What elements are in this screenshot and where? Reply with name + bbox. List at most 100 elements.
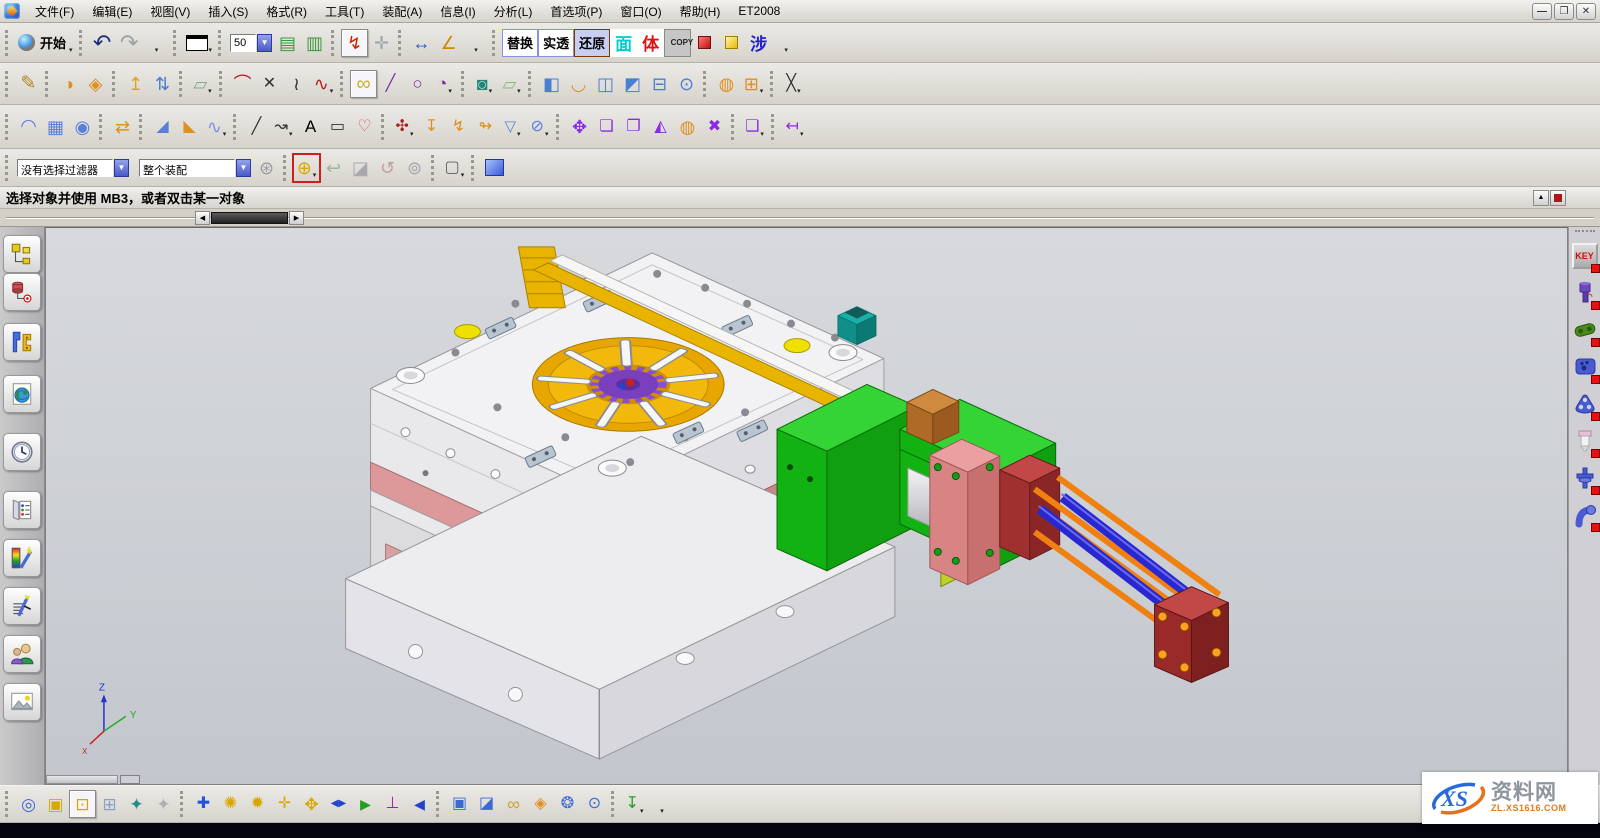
bounded-plane-icon[interactable]: ▱▾: [498, 70, 525, 98]
line-icon[interactable]: ╱: [377, 70, 404, 98]
redo-button[interactable]: ↷: [116, 29, 143, 57]
snapshot-icon[interactable]: ✦: [123, 790, 150, 818]
extract-body-icon[interactable]: ◩: [619, 70, 646, 98]
punch-part-item[interactable]: [1571, 278, 1598, 308]
align-component-icon[interactable]: ▶: [352, 790, 379, 818]
text-icon[interactable]: A: [297, 113, 324, 141]
join-curve-icon[interactable]: ∿▾: [310, 70, 337, 98]
bounded-plane-icon-caret[interactable]: ▾: [517, 87, 521, 97]
toolbar-drag-handle[interactable]: [436, 791, 443, 817]
sketch-shape-icon[interactable]: ◙▾: [471, 70, 498, 98]
move-object-icon[interactable]: ✥: [566, 113, 593, 141]
row1-more-dropdown-caret[interactable]: ▾: [784, 46, 788, 56]
toolbar-drag-handle[interactable]: [331, 30, 338, 56]
start-button-caret[interactable]: ▾: [69, 46, 73, 56]
toolbar-drag-handle[interactable]: [398, 30, 405, 56]
rectangle-select-icon[interactable]: ▢▾: [441, 154, 468, 182]
block-icon[interactable]: ◧: [538, 70, 565, 98]
relink-icon[interactable]: ❂: [554, 790, 581, 818]
close-button[interactable]: ✕: [1576, 3, 1596, 20]
solid-transparent-button[interactable]: 实透: [538, 29, 574, 57]
elbow-part-item[interactable]: [1571, 500, 1598, 530]
materials-button[interactable]: [3, 587, 41, 625]
measure-body-icon-caret[interactable]: ▾: [800, 130, 804, 140]
bottom-more-dropdown[interactable]: ▾: [648, 790, 675, 818]
selection-filter-combo[interactable]: 没有选择过滤器▼: [15, 154, 131, 182]
feature-pattern-icon-caret[interactable]: ▾: [760, 87, 764, 97]
reset-filter-icon[interactable]: ↺: [374, 154, 401, 182]
palette-drag-handle[interactable]: [1575, 230, 1595, 234]
menu-window[interactable]: 窗口(O): [611, 1, 670, 22]
plate-part-item[interactable]: [1571, 389, 1598, 419]
studio-spline-icon-caret[interactable]: ▾: [289, 130, 293, 140]
tube-icon-caret[interactable]: ▾: [545, 130, 549, 140]
restore-button[interactable]: ❐: [1554, 3, 1574, 20]
bottom-more-dropdown-caret[interactable]: ▾: [660, 807, 664, 817]
toolbar-drag-handle[interactable]: [173, 30, 180, 56]
fillet-curve-icon[interactable]: ⌒: [229, 70, 256, 98]
patch-surface-icon[interactable]: ◈: [82, 70, 109, 98]
toolbar-drag-handle[interactable]: [139, 114, 146, 140]
trimmed-sheet-icon[interactable]: ◢: [149, 113, 176, 141]
toolbar-drag-handle[interactable]: [770, 71, 777, 97]
show-product-outline-icon[interactable]: ⊞: [96, 790, 123, 818]
move-component-icon[interactable]: ✥: [298, 790, 325, 818]
toolbar-drag-handle[interactable]: [5, 30, 12, 56]
trim-curve-icon[interactable]: ✕: [256, 70, 283, 98]
palettes-button[interactable]: [3, 491, 41, 529]
menu-view[interactable]: 视图(V): [141, 1, 199, 22]
toolbar-drag-handle[interactable]: [5, 791, 12, 817]
spline-icon[interactable]: ╱: [243, 113, 270, 141]
measure-distance-icon[interactable]: ↔: [408, 29, 435, 57]
menu-et2008[interactable]: ET2008: [729, 2, 789, 20]
add-component-icon[interactable]: ✚: [190, 790, 217, 818]
xform-sheet-icon-caret[interactable]: ▾: [223, 130, 227, 140]
xform-sheet-icon[interactable]: ∿▾: [203, 113, 230, 141]
copy-object-icon[interactable]: ❏: [593, 113, 620, 141]
part-navigator-button[interactable]: [3, 323, 41, 361]
project-curve-icon[interactable]: ↧: [418, 113, 445, 141]
row1-more-dropdown[interactable]: ▾: [772, 29, 799, 57]
history-button[interactable]: [3, 433, 41, 471]
toolbar-drag-handle[interactable]: [180, 791, 187, 817]
promote-component-icon[interactable]: ✛: [271, 790, 298, 818]
arrangement-icon-caret[interactable]: ▾: [640, 807, 644, 817]
new-component-icon[interactable]: ✺: [217, 790, 244, 818]
toolbar-drag-handle[interactable]: [556, 114, 563, 140]
interpart-select-icon[interactable]: ⊛: [253, 154, 280, 182]
datum-plane-icon[interactable]: ▱▾: [189, 70, 216, 98]
mold-assembly-model[interactable]: [346, 247, 1229, 759]
menu-preferences[interactable]: 首选项(P): [541, 1, 611, 22]
menu-information[interactable]: 信息(I): [431, 1, 484, 22]
through-curve-mesh-icon[interactable]: ▦: [42, 113, 69, 141]
hole-icon[interactable]: ⊙: [673, 70, 700, 98]
wrap-curve-icon[interactable]: ↬: [472, 113, 499, 141]
arc-icon[interactable]: ◔▾: [431, 70, 458, 98]
toolbar-drag-handle[interactable]: [233, 114, 240, 140]
find-component-icon[interactable]: ◎: [15, 790, 42, 818]
clip-section-icon[interactable]: [481, 154, 508, 182]
rectangle-select-icon-caret[interactable]: ▾: [461, 171, 465, 181]
object-display-icon[interactable]: ❏▾: [741, 113, 768, 141]
toolbar-drag-handle[interactable]: [492, 30, 499, 56]
studio-spline-icon[interactable]: ↝▾: [270, 113, 297, 141]
snap-point-icon[interactable]: ⊕▾: [293, 154, 320, 182]
visualization-button[interactable]: [3, 539, 41, 577]
curve-fillet-icon[interactable]: ≀: [283, 70, 310, 98]
toolbar-drag-handle[interactable]: [340, 71, 347, 97]
toolbar-drag-handle[interactable]: [45, 71, 52, 97]
link-part-item[interactable]: [1571, 315, 1598, 345]
cylinder-icon[interactable]: ◍: [674, 113, 701, 141]
menu-help[interactable]: 帮助(H): [671, 1, 730, 22]
sketch-shape-icon-caret[interactable]: ▾: [489, 87, 493, 97]
cue-scroll-up-button[interactable]: ▲: [1533, 190, 1549, 206]
offset-surface-icon[interactable]: ⇅: [149, 70, 176, 98]
assembly-cut-icon[interactable]: ◪: [473, 790, 500, 818]
ruled-surface-icon[interactable]: ◠: [15, 113, 42, 141]
menu-insert[interactable]: 插入(S): [199, 1, 257, 22]
undo-selection-icon[interactable]: ↩: [320, 154, 347, 182]
point-set-icon-caret[interactable]: ▾: [410, 130, 414, 140]
circle-icon[interactable]: ○: [404, 70, 431, 98]
key-palette-item[interactable]: KEY: [1571, 241, 1598, 271]
measure-angle-icon[interactable]: ∠: [435, 29, 462, 57]
